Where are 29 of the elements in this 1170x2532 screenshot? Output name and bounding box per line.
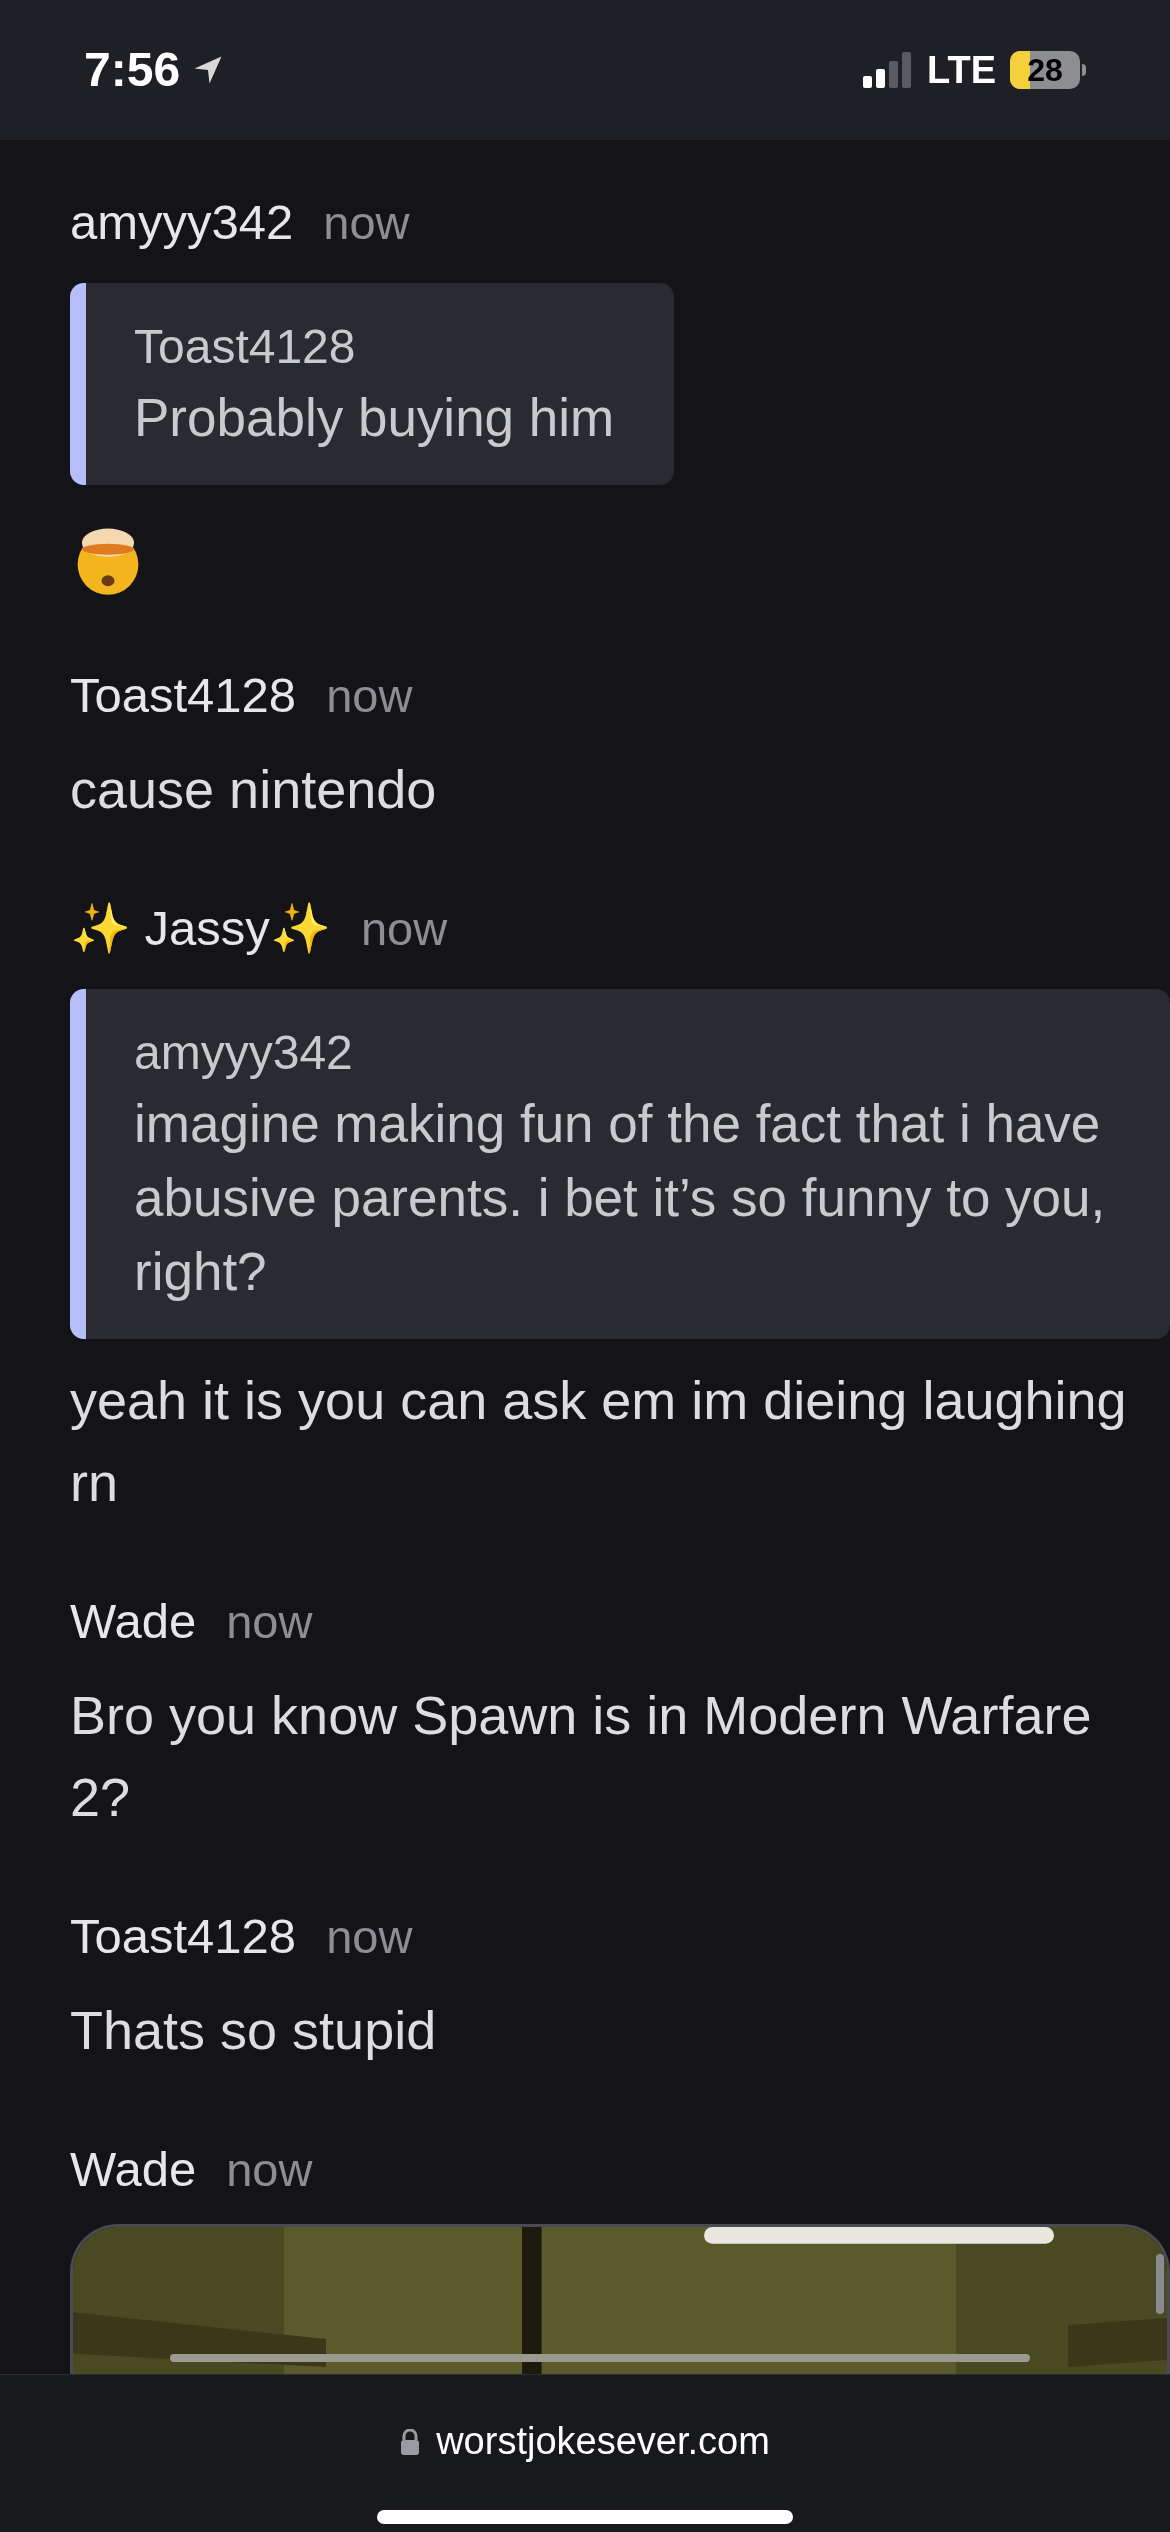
username[interactable]: Wade [70, 1589, 197, 1653]
lock-icon [400, 2428, 421, 2455]
timestamp: now [326, 668, 413, 724]
timestamp: now [226, 1594, 313, 1650]
username[interactable]: Wade [70, 2137, 197, 2201]
quoted-text: Probably buying him [134, 387, 615, 449]
message-text: yeah it is you can ask em im dieing laughing rn [70, 1369, 1128, 1514]
scrollbar [1156, 2254, 1164, 2314]
message-text: cause nintendo [70, 758, 438, 821]
quoted-author: amyyy342 [134, 1025, 354, 1081]
quoted-author: Toast4128 [134, 319, 357, 375]
message-text: Thats so stupid [70, 1999, 438, 2062]
quoted-text: imagine making fun of the fact that i have abusive parents. i bet it’s so funny to you, right? [134, 1093, 1107, 1303]
address-bar[interactable]: worstjokesever.com [400, 2413, 770, 2470]
username[interactable]: ✨ Jassy✨ [70, 896, 331, 960]
status-time: 7:56 [84, 42, 181, 98]
timestamp: now [326, 1909, 413, 1965]
timestamp: now [226, 2142, 313, 2198]
signal-icon [863, 52, 914, 88]
timestamp: now [323, 195, 410, 251]
username[interactable]: amyyy342 [70, 190, 294, 254]
network-label: LTE [927, 47, 996, 93]
message-text: Bro you know Spawn is in Modern Warfare 2? [70, 1684, 1093, 1829]
quoted-reply[interactable]: amyyy342 imagine making fun of the fact that i have abusive parents. i bet it’s so funny to you, right? [70, 989, 1170, 1339]
username[interactable]: Toast4128 [70, 1904, 297, 1968]
username[interactable]: Toast4128 [70, 663, 297, 727]
url-text: worstjokesever.com [436, 2419, 770, 2464]
quoted-reply[interactable]: Toast4128 Probably buying him [70, 283, 675, 485]
timestamp: now [360, 901, 448, 957]
